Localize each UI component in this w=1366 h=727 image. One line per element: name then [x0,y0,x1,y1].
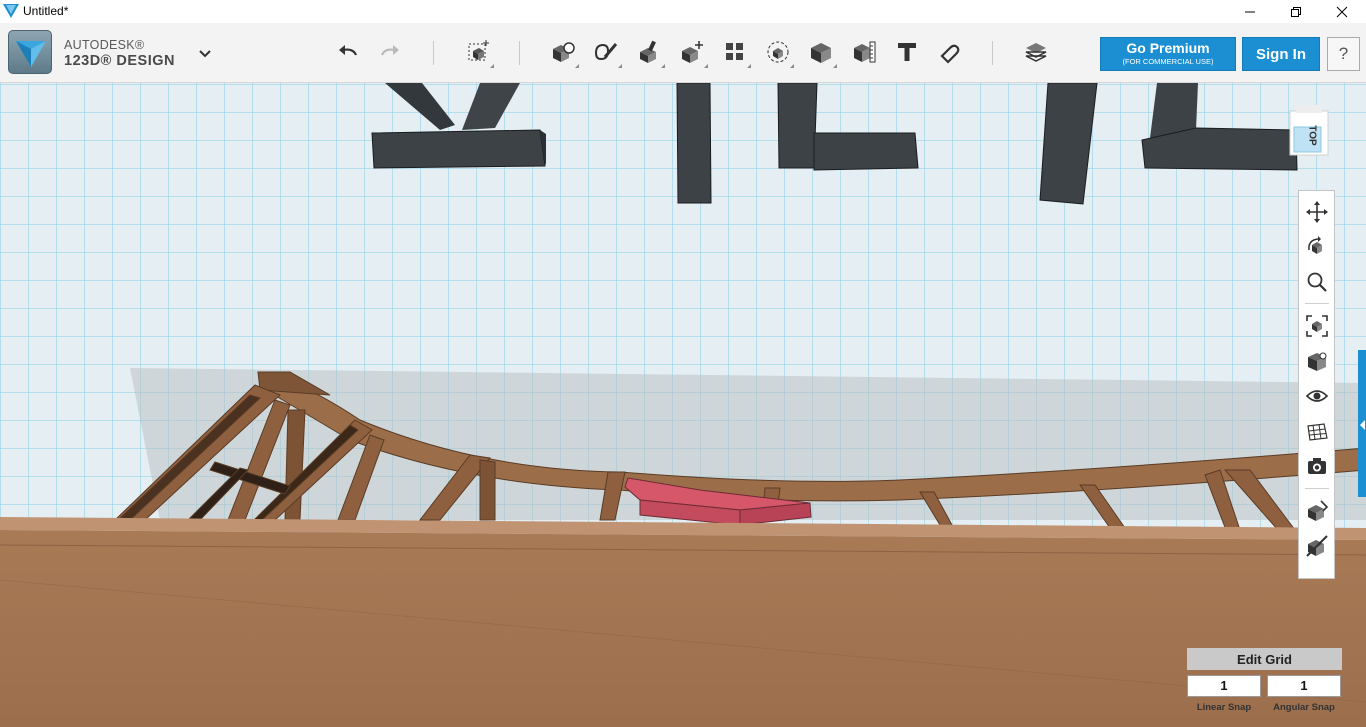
linear-snap-label: Linear Snap [1196,702,1252,713]
close-button[interactable] [1319,0,1365,23]
window-title: Untitled* [23,4,69,18]
transform-icon [468,40,489,61]
go-premium-sublabel: (FOR COMMERCIAL USE) [1122,57,1214,66]
chevron-down-icon[interactable] [197,48,213,60]
pan-icon [1306,201,1328,223]
grid-toggle-button[interactable] [1304,418,1330,444]
visibility-button[interactable] [1304,383,1330,409]
pattern-button[interactable] [718,35,752,69]
app-logo-icon [3,4,19,18]
toolbar-separator [519,41,520,65]
dropdown-caret [490,64,494,68]
screenshot-button[interactable] [1304,453,1330,479]
dropdown-caret [747,64,751,68]
orbit-icon [1308,236,1322,254]
dropdown-caret [661,64,665,68]
modify-button[interactable] [675,35,709,69]
view-cube[interactable]: TOP [1284,105,1334,160]
restore-icon [1291,6,1301,17]
orbit-button[interactable] [1304,234,1330,260]
zoom-icon [1307,272,1327,292]
maximize-button[interactable] [1273,0,1319,23]
chevron-left-icon [1360,420,1365,430]
measure-icon [854,41,876,63]
angular-snap-label: Angular Snap [1273,702,1335,713]
view-cube-icon [1308,352,1327,371]
group-button[interactable] [761,35,795,69]
transform-button[interactable] [461,35,495,69]
toolbar-separator [433,41,434,65]
sketch-icon [595,43,618,61]
minimize-button[interactable] [1227,0,1273,23]
dropdown-caret [790,64,794,68]
close-icon [1336,6,1348,17]
pattern-icon [726,43,743,60]
zoom-button[interactable] [1304,269,1330,295]
hide-button[interactable] [1304,533,1330,559]
measure-button[interactable] [847,35,881,69]
toolbar-separator [992,41,993,65]
primitives-icon [553,42,575,62]
undo-icon [339,45,358,56]
snap-button[interactable] [933,35,967,69]
dropdown-caret [704,64,708,68]
text-icon [898,43,916,61]
text-button[interactable] [890,35,924,69]
pan-button[interactable] [1304,199,1330,225]
scene-canvas [0,83,1366,727]
title-bar: Untitled* [0,0,1366,23]
sketch-button[interactable] [589,35,623,69]
undo-button[interactable] [331,35,365,69]
dropdown-caret [575,64,579,68]
view-cube-button[interactable] [1304,348,1330,374]
navigation-bar [1298,190,1335,579]
brand-line-1: AUTODESK® [64,38,145,52]
screenshot-icon [1308,458,1326,474]
redo-button[interactable] [373,35,407,69]
combine-icon [811,43,831,63]
dropdown-caret [833,64,837,68]
go-premium-label: Go Premium [1126,40,1210,56]
construct-button[interactable] [632,35,666,69]
hide-icon [1306,535,1328,557]
go-premium-button[interactable]: Go Premium (FOR COMMERCIAL USE) [1100,37,1236,71]
grid-icon [1307,423,1328,441]
edit-grid-button[interactable]: Edit Grid [1187,648,1342,670]
view-cube-face-label: TOP [1306,125,1318,146]
linear-snap-input[interactable]: 1 [1187,675,1261,697]
primitives-button[interactable] [546,35,580,69]
materials-outlines-icon [1308,500,1328,521]
fit-view-button[interactable] [1304,313,1330,339]
group-icon [767,41,789,63]
material-icon [1025,43,1047,62]
brand-line-2: 123D® DESIGN [64,53,175,69]
materials-outlines-button[interactable] [1304,498,1330,524]
logo-icon [16,41,46,67]
fit-icon [1306,315,1328,337]
help-button[interactable]: ? [1327,37,1360,71]
wood-beam [0,517,1366,727]
modify-icon [682,41,703,63]
construct-icon [640,40,656,63]
navbar-separator [1305,488,1329,489]
combine-button[interactable] [804,35,838,69]
dropdown-caret [618,64,622,68]
app-menu-logo[interactable] [8,30,52,74]
main-toolbar: AUTODESK® 123D® DESIGN Go Premium (FOR C… [0,23,1366,83]
navbar-separator [1305,303,1329,304]
angular-snap-input[interactable]: 1 [1267,675,1341,697]
snap-icon [940,44,960,64]
minimize-icon [1245,11,1255,12]
3d-viewport[interactable] [0,83,1366,727]
visibility-icon [1306,390,1328,402]
sign-in-button[interactable]: Sign In [1242,37,1320,71]
material-button[interactable] [1019,35,1053,69]
redo-icon [380,45,399,56]
